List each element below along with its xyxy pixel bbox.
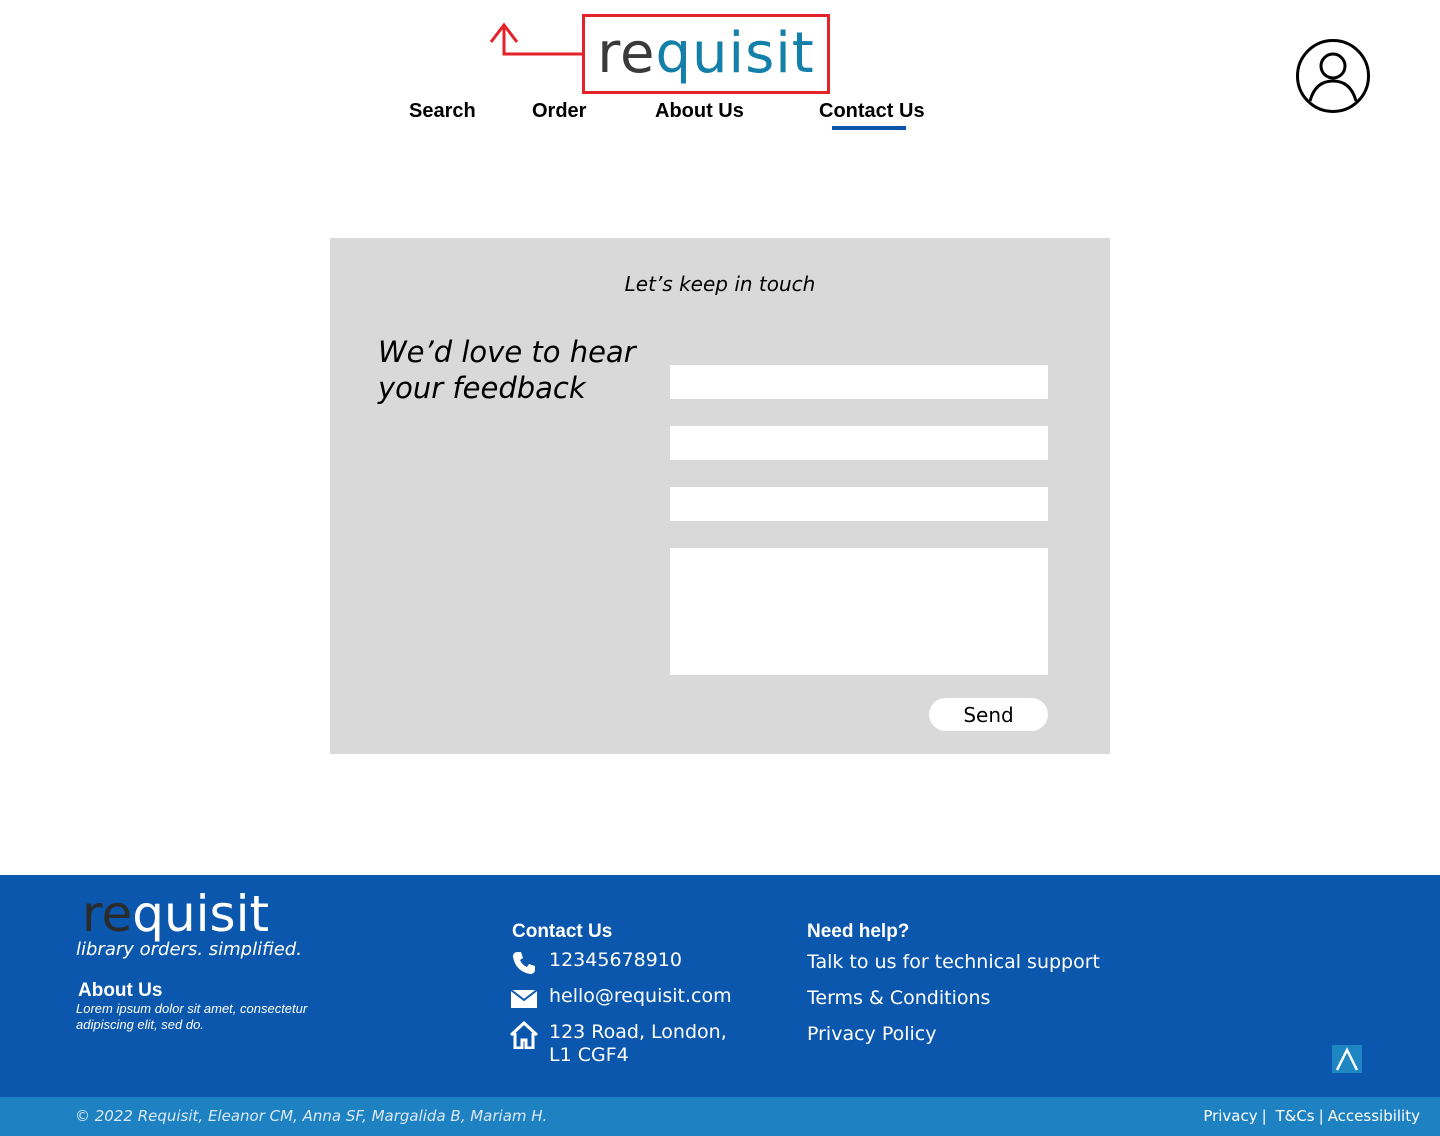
feedback-tagline: We’d love to hear your feedback bbox=[378, 335, 636, 405]
nav-search-link[interactable]: Search bbox=[409, 100, 476, 123]
user-account-icon[interactable] bbox=[1295, 38, 1371, 114]
name-field[interactable] bbox=[670, 365, 1048, 399]
chevron-up-icon bbox=[1335, 1047, 1359, 1071]
terms-link[interactable]: Terms & Conditions bbox=[807, 987, 990, 1009]
footer-phone-row[interactable]: 12345678910 bbox=[510, 949, 682, 977]
site-footer: requisit library orders. simplified. Abo… bbox=[0, 875, 1440, 1097]
support-link[interactable]: Talk to us for technical support bbox=[807, 951, 1100, 973]
envelope-icon bbox=[510, 985, 538, 1013]
address-line-2: L1 CGF4 bbox=[549, 1044, 629, 1066]
logo-annotation-box[interactable]: requisit bbox=[582, 14, 830, 94]
email-field[interactable] bbox=[670, 426, 1048, 460]
nav-order-link[interactable]: Order bbox=[532, 100, 586, 123]
nav-contact-link[interactable]: Contact Us bbox=[819, 100, 925, 123]
phone-icon bbox=[510, 949, 538, 977]
legal-links: Privacy | T&Cs | Accessibility bbox=[1203, 1107, 1420, 1125]
copyright-text: © 2022 Requisit, Eleanor CM, Anna SF, Ma… bbox=[75, 1107, 548, 1125]
legal-separator: | bbox=[1261, 1107, 1267, 1125]
footer-bottom-bar: © 2022 Requisit, Eleanor CM, Anna SF, Ma… bbox=[0, 1097, 1440, 1136]
footer-help-title: Need help? bbox=[807, 921, 910, 942]
nav-about-link[interactable]: About Us bbox=[655, 100, 744, 123]
send-button[interactable]: Send bbox=[929, 698, 1048, 731]
address-line-1: 123 Road, London, bbox=[549, 1021, 727, 1043]
message-textarea[interactable] bbox=[670, 548, 1048, 675]
annotation-arrow-icon bbox=[489, 22, 583, 56]
home-icon bbox=[510, 1021, 538, 1049]
footer-contact-title: Contact Us bbox=[512, 921, 613, 942]
footer-about-title: About Us bbox=[78, 980, 163, 1001]
tcs-link[interactable]: T&Cs bbox=[1275, 1107, 1314, 1125]
footer-tagline: library orders. simplified. bbox=[76, 939, 302, 960]
back-to-top-button[interactable] bbox=[1332, 1045, 1362, 1073]
footer-about-text: Lorem ipsum dolor sit amet, consectetur … bbox=[76, 1001, 308, 1032]
subject-field[interactable] bbox=[670, 487, 1048, 521]
active-nav-indicator bbox=[832, 126, 906, 130]
footer-logo[interactable]: requisit bbox=[82, 889, 269, 939]
contact-form-panel: Let’s keep in touch We’d love to hear yo… bbox=[330, 238, 1110, 754]
legal-separator: | bbox=[1318, 1107, 1324, 1125]
footer-email-row[interactable]: hello@requisit.com bbox=[510, 985, 732, 1013]
requisit-logo[interactable]: requisit bbox=[597, 26, 815, 82]
footer-email-text: hello@requisit.com bbox=[549, 985, 732, 1007]
footer-phone-text: 12345678910 bbox=[549, 949, 682, 971]
accessibility-link[interactable]: Accessibility bbox=[1328, 1107, 1420, 1125]
contact-heading: Let’s keep in touch bbox=[624, 272, 816, 296]
footer-address-row: 123 Road, London, L1 CGF4 bbox=[510, 1021, 727, 1067]
privacy-link[interactable]: Privacy bbox=[1203, 1107, 1257, 1125]
privacy-policy-link[interactable]: Privacy Policy bbox=[807, 1023, 936, 1045]
footer-address-text: 123 Road, London, L1 CGF4 bbox=[549, 1021, 727, 1067]
